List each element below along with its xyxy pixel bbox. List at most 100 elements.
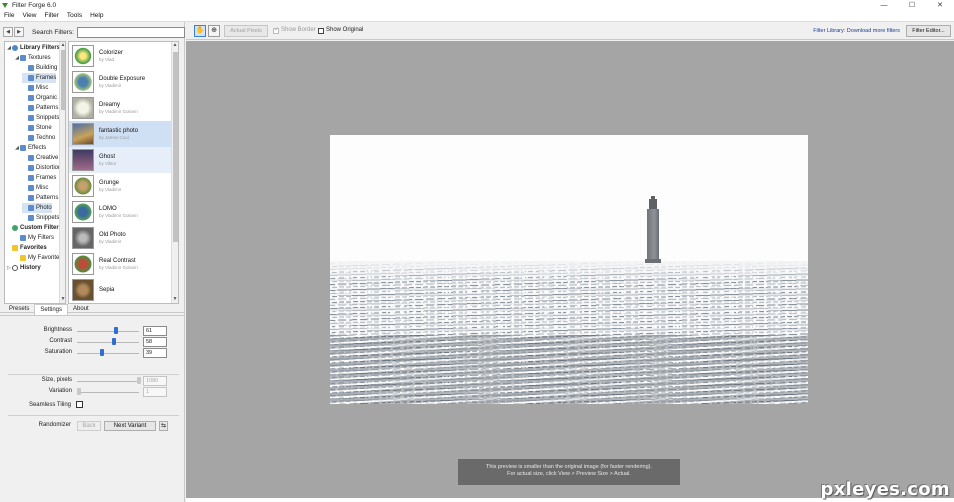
sea-haze	[330, 261, 808, 281]
tree-item[interactable]: Distortion	[22, 163, 61, 173]
show-border-checkbox[interactable]	[273, 26, 279, 34]
slider-track[interactable]	[77, 342, 139, 343]
param-value-input[interactable]: 1	[143, 387, 167, 397]
filter-author: by Vladimir	[99, 187, 122, 192]
tree-item[interactable]: Frames	[22, 73, 57, 83]
tree-scrollbar[interactable]: ▲ ▼	[59, 42, 65, 303]
maximize-button[interactable]: ☐	[898, 0, 926, 10]
tree-item[interactable]: Creative	[22, 153, 58, 163]
slider-track[interactable]	[77, 381, 139, 382]
tree-item[interactable]: Misc	[22, 83, 48, 93]
filter-item[interactable]: Colorizer by Vlad	[69, 43, 172, 69]
tree-item[interactable]: My Favorites	[14, 253, 62, 263]
tab-presets[interactable]: Presets	[4, 304, 34, 315]
show-original-checkbox[interactable]	[318, 28, 324, 34]
filter-item[interactable]: Double Exposure by Vladimir	[69, 69, 172, 95]
filter-name: Old Photo	[99, 232, 126, 238]
back-button[interactable]: Back	[77, 421, 101, 431]
filter-item[interactable]: Old Photo by Vladimir	[69, 225, 172, 251]
filter-editor-button[interactable]: Filter Editor...	[906, 25, 951, 37]
tree-item[interactable]: Snippets	[22, 213, 59, 223]
zoom-tool-icon[interactable]: ⊕	[208, 25, 220, 37]
scroll-down-icon[interactable]: ▼	[60, 296, 65, 302]
filter-scroll-thumb[interactable]	[173, 52, 178, 242]
search-input[interactable]	[76, 26, 185, 38]
seamless-checkbox[interactable]	[76, 401, 83, 408]
slider-thumb[interactable]	[114, 327, 118, 334]
tree-item[interactable]: My Filters	[14, 233, 54, 243]
param-value-input[interactable]: 61	[143, 326, 167, 336]
slider-thumb[interactable]	[77, 388, 81, 395]
preview-notice: This preview is smaller than the origina…	[458, 459, 680, 485]
watermark: pxleyes.com	[820, 479, 950, 500]
tree-item[interactable]: Frames	[22, 173, 56, 183]
menu-tools[interactable]: Tools	[63, 12, 86, 19]
tree-item[interactable]: ◢ Library Filters	[6, 43, 60, 53]
filter-name: Real Contrast	[99, 258, 136, 264]
preview-area[interactable]: This preview is smaller than the origina…	[186, 41, 954, 498]
filter-library-link[interactable]: Filter Library: Download more filters	[813, 28, 900, 34]
param-value-input[interactable]: 39	[143, 348, 167, 358]
tree-scroll-thumb[interactable]	[61, 50, 65, 110]
forward-arrow-icon[interactable]: ▶	[14, 27, 24, 37]
preview-image[interactable]	[330, 135, 808, 404]
tree-item[interactable]: Patterns	[22, 193, 58, 203]
filter-item[interactable]: Ghost by Viktor	[69, 147, 172, 173]
menu-filter[interactable]: Filter	[40, 12, 62, 19]
close-button[interactable]: ✕	[926, 0, 954, 10]
tree-item-label: Misc	[36, 185, 49, 191]
tree-item[interactable]: Misc	[22, 183, 48, 193]
filter-item[interactable]: Real Contrast by Vladimir Golovin	[69, 251, 172, 277]
tree-item[interactable]: ▷ History	[6, 263, 41, 273]
tab-about[interactable]: About	[68, 304, 94, 315]
tree-item[interactable]: Building	[22, 63, 57, 73]
back-arrow-icon[interactable]: ◀	[3, 27, 13, 37]
tree-item[interactable]: Stone	[22, 123, 52, 133]
slider-thumb[interactable]	[112, 338, 116, 345]
folder-icon	[20, 145, 26, 151]
scroll-down-icon[interactable]: ▼	[172, 296, 178, 302]
tree-item[interactable]: Techno	[22, 133, 55, 143]
tree-item[interactable]: Snippets	[22, 113, 59, 123]
tab-settings[interactable]: Settings	[34, 304, 69, 315]
param-value-input[interactable]: 58	[143, 337, 167, 347]
tree-item[interactable]: Patterns	[22, 103, 58, 113]
filter-item[interactable]: Grunge by Vladimir	[69, 173, 172, 199]
slider-thumb[interactable]	[137, 377, 141, 384]
hand-tool-icon[interactable]: ✋	[194, 25, 206, 37]
filter-item[interactable]: fantastic photo by James Cool	[69, 121, 172, 147]
filter-item[interactable]: LOMO by Vladimir Golovin	[69, 199, 172, 225]
filter-thumbnail	[72, 201, 94, 223]
library-icon	[12, 45, 18, 51]
scroll-up-icon[interactable]: ▲	[60, 42, 65, 48]
tree-item[interactable]: ◢ Effects	[14, 143, 46, 153]
filter-item[interactable]: Dreamy by Vladimir Golovin	[69, 95, 172, 121]
menu-help[interactable]: Help	[86, 12, 107, 19]
filter-author: by Vladimir Golovin	[99, 213, 138, 218]
slider-track[interactable]	[77, 392, 139, 393]
slider-track[interactable]	[77, 331, 139, 332]
tree-item[interactable]: Organic	[22, 93, 57, 103]
filter-author: by Viktor	[99, 161, 117, 166]
slider-track[interactable]	[77, 353, 139, 354]
tree-item[interactable]: Custom Filters	[6, 223, 62, 233]
param-value-input[interactable]: 1080	[143, 376, 167, 386]
minimize-button[interactable]: —	[870, 0, 898, 10]
tree-item-label: Creative	[36, 155, 59, 161]
tree-item[interactable]: Favorites	[6, 243, 47, 253]
star-icon	[20, 255, 26, 261]
filter-item[interactable]: Sepia	[69, 277, 172, 303]
menu-view[interactable]: View	[18, 12, 40, 19]
filter-scrollbar[interactable]: ▲ ▼	[171, 42, 178, 303]
slider-thumb[interactable]	[100, 349, 104, 356]
filter-author: by Vladimir	[99, 239, 122, 244]
star-icon	[12, 245, 18, 251]
next-variant-button[interactable]: Next Variant	[104, 421, 156, 431]
lock-seed-icon[interactable]: ⇆	[159, 421, 168, 431]
tree-item[interactable]: Photo	[22, 203, 52, 213]
tree-item[interactable]: ◢ Textures	[14, 53, 51, 63]
scroll-up-icon[interactable]: ▲	[172, 42, 178, 48]
folder-icon	[20, 235, 26, 241]
actual-pixels-button[interactable]: Actual Pixels	[224, 25, 268, 37]
menu-file[interactable]: File	[0, 12, 18, 19]
